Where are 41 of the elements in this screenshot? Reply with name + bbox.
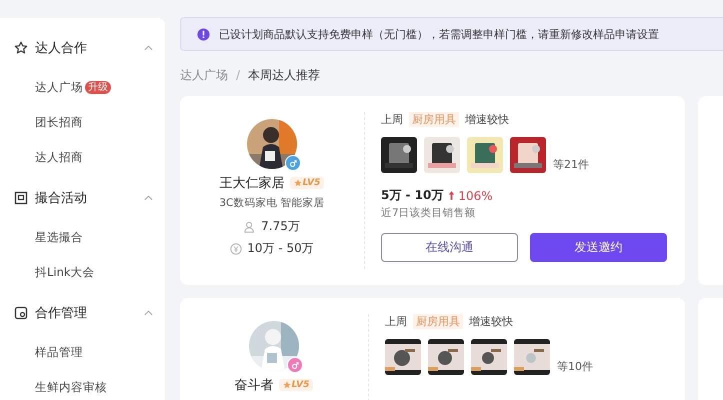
trend-text: 增速较快 [465, 112, 509, 127]
trend-period: 上周 [385, 314, 407, 329]
product-count: 等21件 [553, 157, 589, 172]
category-tag: 厨房用具 [409, 112, 459, 127]
sales-range: 10万 - 50万 [247, 240, 314, 257]
range-caption: 近7日该类目销售额 [381, 206, 477, 220]
breadcrumb-separator: / [236, 68, 240, 82]
menu-item[interactable]: 样品管理 [35, 344, 83, 360]
menu-group-header[interactable]: 撮合活动 [0, 188, 165, 208]
invite-button[interactable]: 发送邀约 [530, 233, 667, 262]
breadcrumb-item: 本周达人推荐 [248, 66, 320, 84]
category-tags: 3C数码家电 智能家居 [219, 196, 325, 210]
fan-count: 7.75万 [261, 218, 300, 235]
sales-range: 5万 - 10万 [381, 187, 444, 204]
menu-group-header[interactable]: 合作管理 [0, 303, 165, 323]
menu-item[interactable]: 达人广场 [35, 80, 83, 94]
info-icon [197, 28, 210, 40]
level-badge: LV5 [278, 379, 314, 391]
level-badge: LV5 [290, 177, 324, 189]
document-icon [14, 306, 28, 320]
menu-item[interactable]: 抖Link大会 [35, 264, 95, 280]
notice-text: 已设计划商品默认支持免费申样（无门槛），若需调整申样门槛，请重新修改样品申请设置 [219, 26, 659, 42]
chat-button[interactable]: 在线沟通 [381, 233, 518, 262]
yen-icon [230, 242, 242, 254]
influencer-name[interactable]: 奋斗者 [234, 376, 274, 394]
star-icon [14, 41, 28, 55]
menu-item[interactable]: 达人招商 [35, 150, 83, 164]
menu-item[interactable]: 团长招商 [35, 114, 83, 130]
influencer-name[interactable]: 王大仁家居 [220, 174, 285, 192]
product-count: 等10件 [557, 359, 593, 374]
menu-group-header[interactable]: 达人合作 [0, 38, 165, 58]
menu-item[interactable]: 生鲜内容审核 [35, 380, 107, 394]
frame-icon [14, 191, 28, 205]
person-icon [244, 220, 256, 232]
growth-rate: 106% [458, 188, 493, 202]
trend-text: 增速较快 [469, 314, 513, 329]
trend-period: 上周 [381, 112, 403, 127]
arrow-up-icon [448, 190, 456, 201]
menu-item[interactable]: 星选撮合 [35, 230, 83, 244]
category-tag: 厨房用具 [413, 314, 463, 329]
upgrade-badge: 升级 [85, 80, 111, 94]
